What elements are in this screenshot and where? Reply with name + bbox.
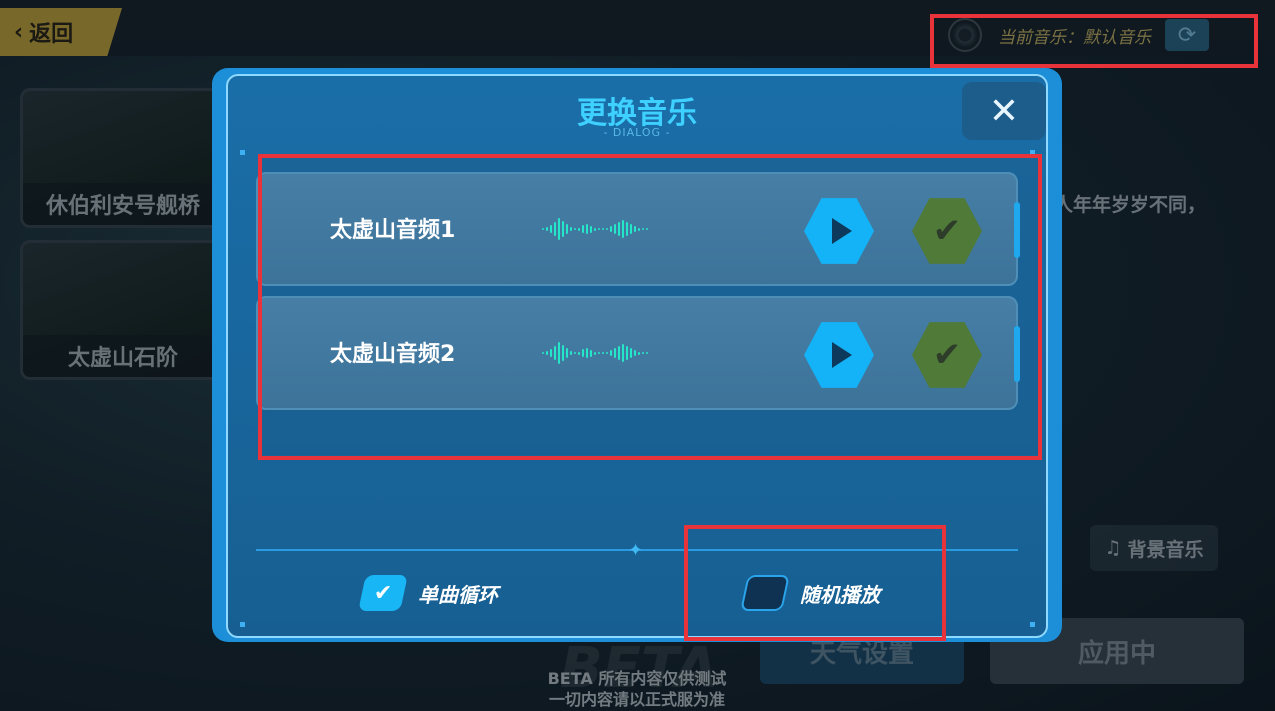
corner-dot (240, 150, 245, 155)
highlight-box (930, 14, 1258, 68)
highlight-box (684, 525, 946, 641)
sparkle-icon: ✦ (628, 540, 644, 561)
highlight-box (258, 154, 1042, 460)
corner-dot (1030, 622, 1035, 627)
loop-option[interactable]: ✔ 单曲循环 (358, 573, 498, 613)
corner-dot (240, 622, 245, 627)
check-icon: ✔ (373, 580, 393, 606)
dialog-subtitle: - DIALOG - (603, 126, 671, 139)
close-icon: ✕ (988, 90, 1020, 132)
close-button[interactable]: ✕ (962, 82, 1046, 140)
loop-checkbox[interactable]: ✔ (358, 575, 408, 611)
loop-label: 单曲循环 (418, 582, 498, 607)
